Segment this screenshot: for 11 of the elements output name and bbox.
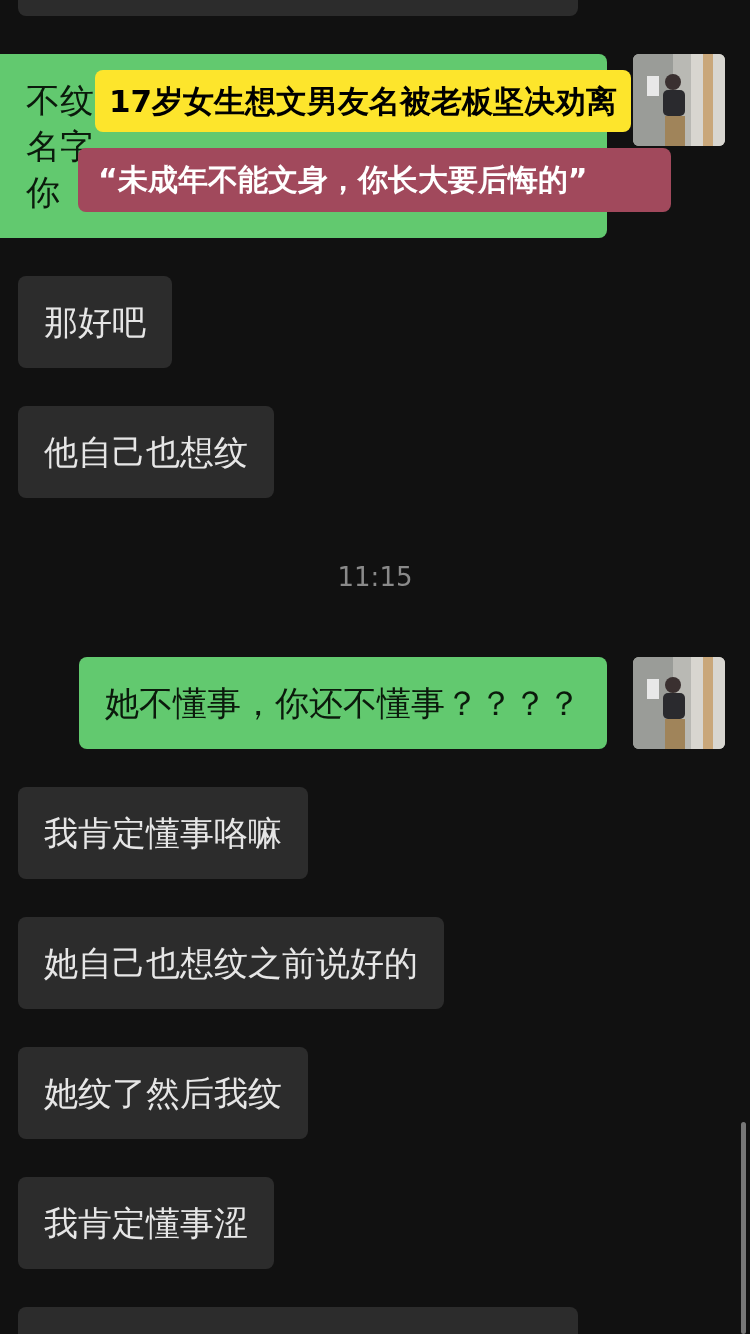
headline-caption: 17岁女生想文男友名被老板坚决劝离 bbox=[95, 70, 632, 132]
message-text: 她自己也想纹之前说好的 bbox=[44, 942, 418, 985]
message-text: 她纹了然后我纹 bbox=[44, 1072, 282, 1115]
message-text: 她不懂事，你还不懂事？？？？ bbox=[105, 682, 581, 725]
timestamp: 11:15 bbox=[337, 561, 413, 594]
message-text: 他自己也想纹 bbox=[44, 431, 248, 474]
message-text: 那好吧 bbox=[44, 301, 146, 344]
message-text: 我肯定懂事涩 bbox=[44, 1202, 248, 1245]
message-text: 你 bbox=[26, 171, 60, 214]
message-text: 不纹 bbox=[26, 79, 94, 122]
message-text: 我肯定懂事咯嘛 bbox=[44, 812, 282, 855]
